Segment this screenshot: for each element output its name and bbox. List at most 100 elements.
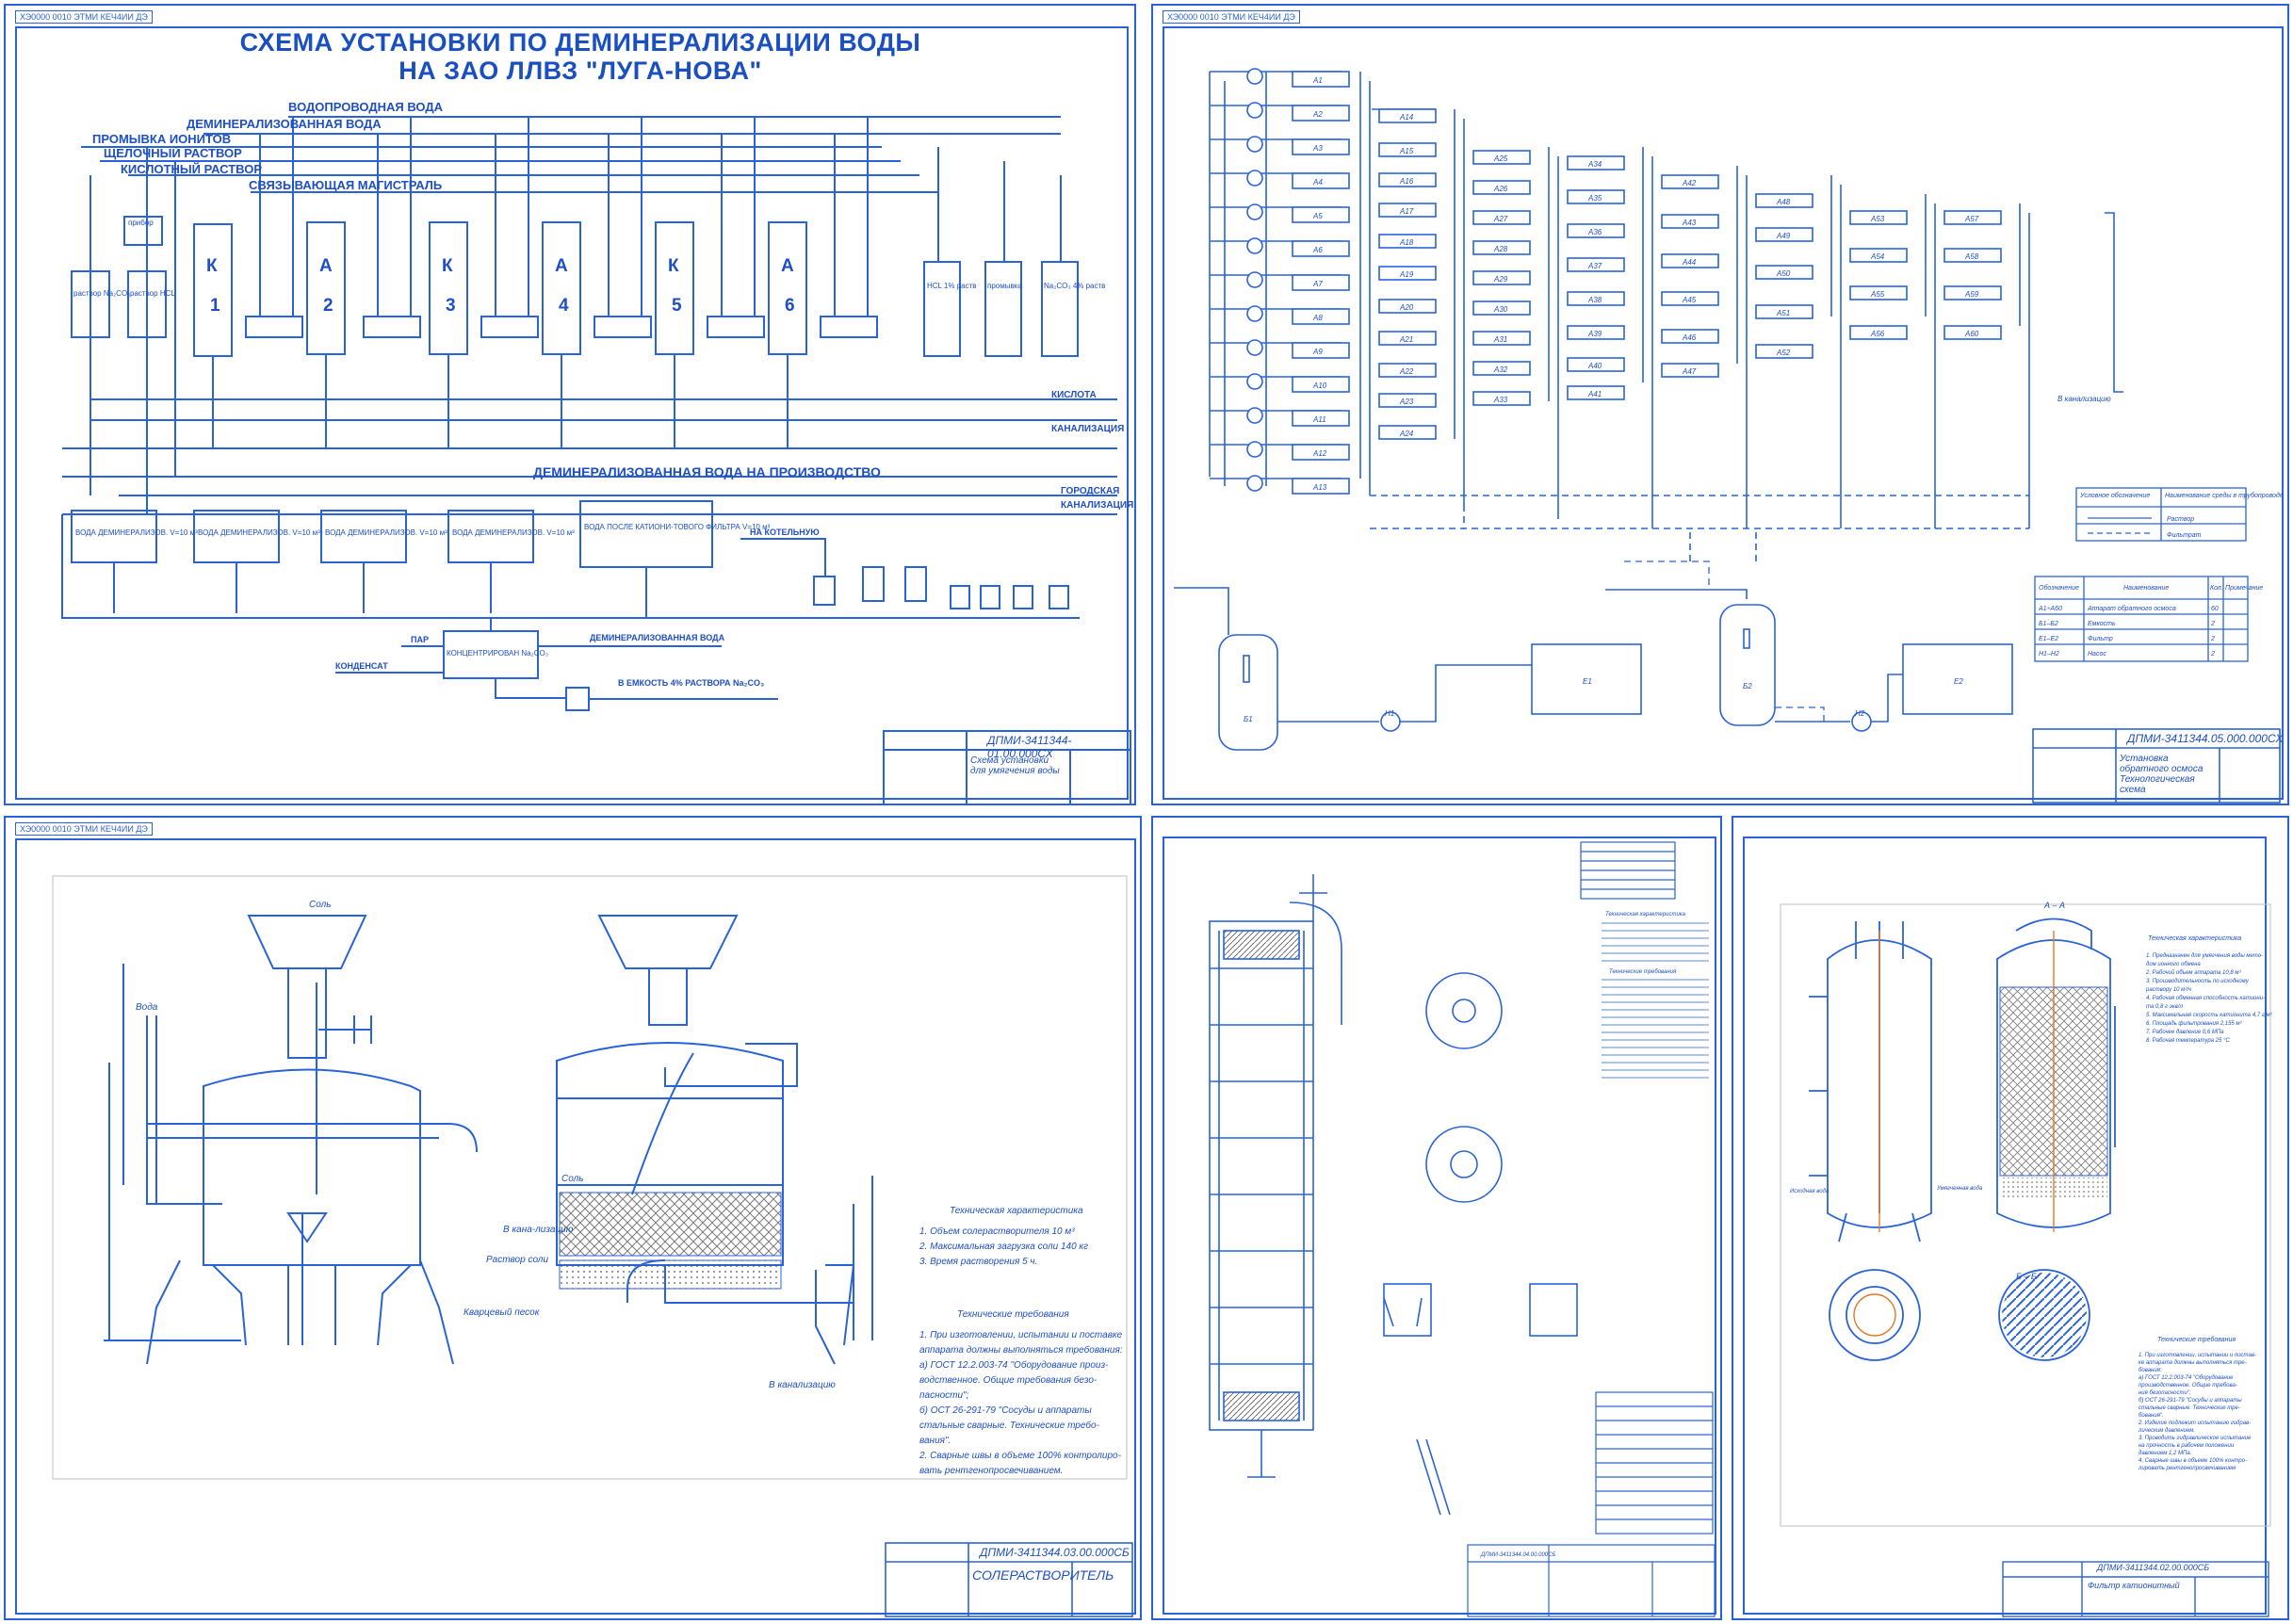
drawing-name: Схема установки для умягчения воды bbox=[970, 755, 1060, 776]
box-label-konc: КОНЦЕНТРИРОВАН Na₂CO₃ bbox=[447, 649, 548, 658]
label-rastvor-soli: Раствор соли bbox=[486, 1255, 548, 1265]
unit-a52: А52 bbox=[1776, 349, 1791, 357]
unit-a11: А11 bbox=[1312, 415, 1326, 424]
unit-a32: А32 bbox=[1493, 365, 1508, 374]
unit-a1: А1 bbox=[1312, 76, 1323, 85]
tech-char-title: Техническая характеристика bbox=[2148, 935, 2241, 942]
tech-char-title: Техническая характеристика bbox=[950, 1206, 1083, 1216]
tech-item-7: та 0,8 г·экв/л bbox=[2146, 1004, 2183, 1010]
tech-item-10: 7. Рабочее давление 0,6 МПа bbox=[2146, 1030, 2224, 1035]
column-label-k1: К bbox=[206, 256, 218, 276]
unit-a29: А29 bbox=[1493, 275, 1508, 284]
unit-a42: А42 bbox=[1682, 179, 1697, 187]
spec-r2-c: 2 bbox=[2210, 621, 2215, 627]
unit-a8: А8 bbox=[1312, 314, 1323, 322]
tech-req-16: лировать рентгенопросвечиванием bbox=[2138, 1466, 2236, 1471]
tech-req-3: бования: bbox=[2139, 1368, 2162, 1373]
spec-r2-a: Б1–Б2 bbox=[2039, 621, 2058, 627]
tech-req-10: 2. Изделие подлежит испытанию гидрав- bbox=[2138, 1421, 2251, 1426]
tech-item-4: 3. Производительность по исходному bbox=[2146, 979, 2250, 984]
unit-a7: А7 bbox=[1312, 280, 1323, 288]
equip-b2: Б2 bbox=[1743, 682, 1752, 690]
drawing-name: СОЛЕРАСТВОРИТЕЛЬ bbox=[972, 1567, 1114, 1583]
unit-a57: А57 bbox=[1964, 215, 1979, 223]
unit-a16: А16 bbox=[1399, 177, 1414, 186]
unit-a25: А25 bbox=[1493, 154, 1508, 163]
tech-char-3: 3. Время растворения 5 ч. bbox=[919, 1257, 1037, 1267]
unit-a22: А22 bbox=[1399, 367, 1414, 376]
drawing-code: ДПМИ-3411344.03.00.000СБ bbox=[980, 1546, 1130, 1559]
unit-a47: А47 bbox=[1682, 367, 1697, 376]
drawing-name: Установка обратного осмоса Технологическ… bbox=[2120, 754, 2204, 795]
spec-r2-b: Емкость bbox=[2088, 621, 2116, 627]
tech-req-15: 4. Сварные швы в объеме 100% контро- bbox=[2139, 1458, 2247, 1464]
title-block: ДПМИ-3411344.03.00.000СБ СОЛЕРАСТВОРИТЕЛ… bbox=[886, 1543, 1132, 1616]
label-sol-2: Соль bbox=[561, 1174, 583, 1184]
unit-a23: А23 bbox=[1399, 398, 1414, 406]
tech-req-1: 1. При изготовлении, испытании и поставк… bbox=[919, 1330, 1123, 1340]
label-inlet: Исходная вода bbox=[1790, 1189, 1830, 1194]
sheet-cation-filter: А – А Б – Б Техническая характеристика 1… bbox=[1732, 816, 2289, 1620]
tech-req-title: Технические требования bbox=[2157, 1336, 2236, 1343]
osmosis-drawing: А1 А2 А3 А4 А5 А6 А7 А8 А9 А10 А11 А12 А… bbox=[1174, 68, 2284, 804]
spec-r4-b: Насос bbox=[2088, 651, 2106, 658]
unit-a2: А2 bbox=[1312, 110, 1323, 119]
label-demin-production: ДЕМИНЕРАЛИЗОВАННАЯ ВОДА НА ПРОИЗВОДСТВО bbox=[533, 464, 881, 479]
unit-a20: А20 bbox=[1399, 303, 1414, 312]
spec-r3-a: Е1–Е2 bbox=[2039, 636, 2058, 642]
label-sol: Соль bbox=[309, 900, 331, 910]
tech-req-12: 3. Проводить гидравлическое испытание bbox=[2139, 1436, 2252, 1441]
tank-label-promyvka: промывка bbox=[987, 282, 1022, 290]
label-v-kanal: В кана-лизацию bbox=[503, 1225, 574, 1235]
spec-head-kol: Кол. bbox=[2210, 585, 2223, 592]
tech-item-2: дом ионного обмена bbox=[2146, 962, 2201, 967]
column-label-a4: А bbox=[555, 256, 568, 276]
tech-item-3: 2. Рабочий объем аппарата 10,8 м³ bbox=[2145, 969, 2241, 976]
unit-a41: А41 bbox=[1587, 390, 1602, 398]
title-block: ДПМИ-3411344.05.000.000СХ Установка обра… bbox=[2033, 729, 2283, 803]
tech-item-9: 6. Площадь фильтрования 2,155 м² bbox=[2146, 1021, 2243, 1027]
label-promyvka: ПРОМЫВКА ИОНИТОВ bbox=[92, 132, 231, 146]
unit-a27: А27 bbox=[1493, 215, 1508, 223]
tech-item-1: 1. Предназначен для умягчения воды мето- bbox=[2146, 953, 2263, 959]
spec-head-prim: Примечание bbox=[2225, 585, 2263, 592]
title-block: ДПМИ-3411344.02.00.000СБ Фильтр катионит… bbox=[2003, 1562, 2269, 1616]
box-label-5: ВОДА ПОСЛЕ КАТИОНИ-ТОВОГО ФИЛЬТРА V=10 м… bbox=[584, 523, 771, 531]
unit-a36: А36 bbox=[1587, 228, 1602, 236]
label-vodoprovodnaya: ВОДОПРОВОДНАЯ ВОДА bbox=[288, 100, 444, 114]
sheet-reverse-osmosis-scheme: ХЭ0000 0010 ЭТМИ КЕЧ4ИИ ДЭ А1 А2 А3 А4 А… bbox=[1151, 4, 2289, 805]
label-kvarc: Кварцевый песок bbox=[463, 1307, 541, 1318]
column-label-k3: К bbox=[442, 256, 453, 276]
unit-a30: А30 bbox=[1493, 305, 1508, 314]
drawing-code: ДПМИ-3411344.04.00.000СБ bbox=[1480, 1552, 1555, 1558]
unit-a60: А60 bbox=[1964, 330, 1979, 338]
unit-a35: А35 bbox=[1587, 194, 1602, 203]
unit-a28: А28 bbox=[1493, 245, 1508, 253]
tech-req-7: б) ОСТ 26-291-79 "Сосуды и аппараты bbox=[2139, 1398, 2242, 1404]
tech-item-11: 8. Рабочая температура 25 °С bbox=[2146, 1038, 2230, 1044]
unit-a13: А13 bbox=[1312, 483, 1327, 492]
unit-a9: А9 bbox=[1312, 348, 1323, 356]
label-par: ПАР bbox=[411, 635, 429, 644]
section-bb: Б – Б bbox=[2016, 1272, 2037, 1281]
tech-item-6: 4. Рабочая обменная способность катиони- bbox=[2146, 996, 2265, 1001]
equip-b1: Б1 bbox=[1244, 715, 1253, 723]
dissolver-drawing: Соль Вода В кана-лизацию Раствор соли Кв… bbox=[52, 875, 1133, 1617]
tech-char-1: 1. Объем солерастворителя 10 м³ bbox=[919, 1226, 1075, 1237]
unit-a45: А45 bbox=[1682, 296, 1697, 304]
legend-head-2: Наименование среды в трубопроводе bbox=[2165, 492, 2284, 499]
scheme-drawing: ВОДОПРОВОДНАЯ ВОДА ДЕМИНЕРАЛИЗОВАННАЯ ВО… bbox=[61, 100, 1133, 805]
column-num-2: 2 bbox=[323, 296, 333, 316]
spec-r4-c: 2 bbox=[2210, 651, 2215, 658]
tech-req-2: аппарата должны выполняться требования: bbox=[919, 1344, 1123, 1356]
tank-label-na2co3: раствор Na₂CO₃ bbox=[73, 289, 130, 298]
unit-a53: А53 bbox=[1870, 215, 1885, 223]
column-drawing: Техническая характеристика Технические т… bbox=[1209, 841, 1716, 1617]
unit-a3: А3 bbox=[1312, 144, 1323, 153]
filter-drawing: А – А Б – Б Техническая характеристика 1… bbox=[1780, 901, 2272, 1617]
unit-a15: А15 bbox=[1399, 147, 1414, 155]
unit-a14: А14 bbox=[1399, 113, 1414, 122]
unit-a21: А21 bbox=[1399, 335, 1413, 344]
drawing-code: ДПМИ-3411344.02.00.000СБ bbox=[2097, 1563, 2210, 1572]
tech-char-2: 2. Максимальная загрузка соли 140 кг bbox=[919, 1242, 1088, 1252]
